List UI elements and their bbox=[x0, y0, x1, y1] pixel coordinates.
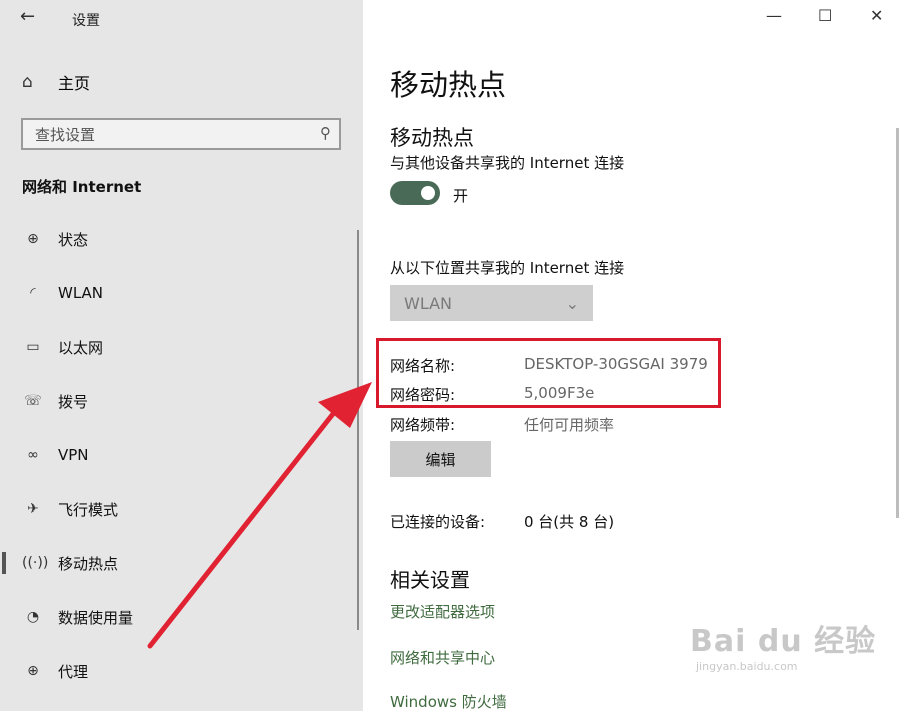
sidebar-item-label: 数据使用量 bbox=[58, 608, 134, 627]
sidebar-item-label: 移动热点 bbox=[58, 554, 119, 573]
share-from-dropdown[interactable]: WLAN ⌄ bbox=[390, 285, 593, 321]
chevron-down-icon: ⌄ bbox=[565, 293, 579, 313]
sidebar-home[interactable]: ⌂ 主页 bbox=[22, 70, 90, 94]
share-from-label: 从以下位置共享我的 Internet 连接 bbox=[390, 259, 625, 277]
globe-icon: ⊕ bbox=[27, 231, 39, 247]
sidebar-item-status[interactable]: ⊕ 状态 bbox=[0, 212, 357, 266]
app-title: 设置 bbox=[72, 13, 100, 29]
sidebar-item-label: WLAN bbox=[58, 284, 104, 302]
proxy-globe-icon: ⊕ bbox=[27, 663, 39, 679]
link-adapter-options[interactable]: 更改适配器选项 bbox=[390, 601, 495, 622]
sidebar-item-airplane-mode[interactable]: ✈ 飞行模式 bbox=[0, 482, 357, 536]
back-arrow-icon[interactable]: ← bbox=[20, 6, 35, 27]
home-label: 主页 bbox=[58, 74, 91, 93]
baidu-watermark: Bai du 经验 jingyan.baidu.com bbox=[690, 616, 876, 673]
ethernet-icon: ▭ bbox=[26, 339, 40, 355]
data-usage-icon: ◔ bbox=[26, 609, 40, 625]
watermark-main: Bai du 经验 bbox=[690, 624, 877, 659]
hotspot-toggle[interactable] bbox=[390, 181, 440, 205]
hotspot-section-title: 移动热点 bbox=[390, 126, 474, 150]
sidebar-item-wlan[interactable]: ◜ WLAN bbox=[0, 266, 357, 320]
dialup-icon: ☏ bbox=[24, 393, 42, 409]
sidebar-item-label: VPN bbox=[58, 446, 89, 464]
sidebar-item-dialup[interactable]: ☏ 拨号 bbox=[0, 374, 357, 428]
toggle-state-label: 开 bbox=[453, 187, 469, 205]
link-windows-firewall[interactable]: Windows 防火墙 bbox=[390, 691, 507, 712]
sidebar-item-label: 以太网 bbox=[58, 338, 104, 357]
connected-devices-label: 已连接的设备: bbox=[390, 513, 486, 531]
network-band-label: 网络频带: bbox=[390, 416, 456, 434]
search-icon[interactable]: ⚲ bbox=[320, 124, 331, 142]
sidebar-scrollbar[interactable] bbox=[357, 230, 359, 630]
related-settings-title: 相关设置 bbox=[390, 568, 470, 592]
sidebar-nav: ⊕ 状态 ◜ WLAN ▭ 以太网 ☏ 拨号 ∞ VPN ✈ 飞行模式 ((·)… bbox=[0, 212, 357, 698]
sidebar: ← 设置 ⌂ 主页 ⚲ 网络和 Internet ⊕ 状态 ◜ WLAN ▭ 以… bbox=[0, 0, 363, 711]
share-from-value: WLAN bbox=[404, 293, 453, 313]
airplane-icon: ✈ bbox=[27, 501, 39, 517]
sidebar-item-label: 飞行模式 bbox=[58, 500, 119, 519]
connected-devices-value: 0 台(共 8 台) bbox=[524, 513, 615, 531]
vpn-icon: ∞ bbox=[27, 447, 39, 463]
hotspot-icon: ((·)) bbox=[22, 555, 49, 571]
network-band-value: 任何可用频率 bbox=[524, 416, 615, 434]
search-input[interactable] bbox=[33, 120, 307, 150]
sidebar-item-label: 拨号 bbox=[58, 392, 89, 411]
main-scrollbar[interactable] bbox=[896, 128, 899, 518]
highlight-box bbox=[376, 338, 721, 408]
sidebar-item-mobile-hotspot[interactable]: ((·)) 移动热点 bbox=[0, 536, 357, 590]
link-network-sharing-center[interactable]: 网络和共享中心 bbox=[390, 647, 495, 668]
sidebar-item-data-usage[interactable]: ◔ 数据使用量 bbox=[0, 590, 357, 644]
minimize-button[interactable]: — bbox=[766, 6, 782, 25]
page-title: 移动热点 bbox=[390, 68, 507, 102]
edit-button[interactable]: 编辑 bbox=[390, 441, 491, 477]
watermark-url: jingyan.baidu.com bbox=[696, 660, 798, 673]
sidebar-item-label: 状态 bbox=[58, 230, 89, 249]
toggle-knob bbox=[421, 186, 435, 200]
sidebar-item-proxy[interactable]: ⊕ 代理 bbox=[0, 644, 357, 698]
maximize-button[interactable]: ☐ bbox=[818, 6, 832, 25]
sidebar-item-ethernet[interactable]: ▭ 以太网 bbox=[0, 320, 357, 374]
sidebar-item-vpn[interactable]: ∞ VPN bbox=[0, 428, 357, 482]
close-button[interactable]: ✕ bbox=[870, 6, 883, 25]
sidebar-item-label: 代理 bbox=[58, 662, 89, 681]
home-icon: ⌂ bbox=[22, 72, 33, 92]
section-title: 网络和 Internet bbox=[22, 178, 142, 196]
wifi-icon: ◜ bbox=[30, 285, 36, 301]
search-box[interactable]: ⚲ bbox=[21, 118, 341, 150]
share-description: 与其他设备共享我的 Internet 连接 bbox=[390, 154, 625, 172]
